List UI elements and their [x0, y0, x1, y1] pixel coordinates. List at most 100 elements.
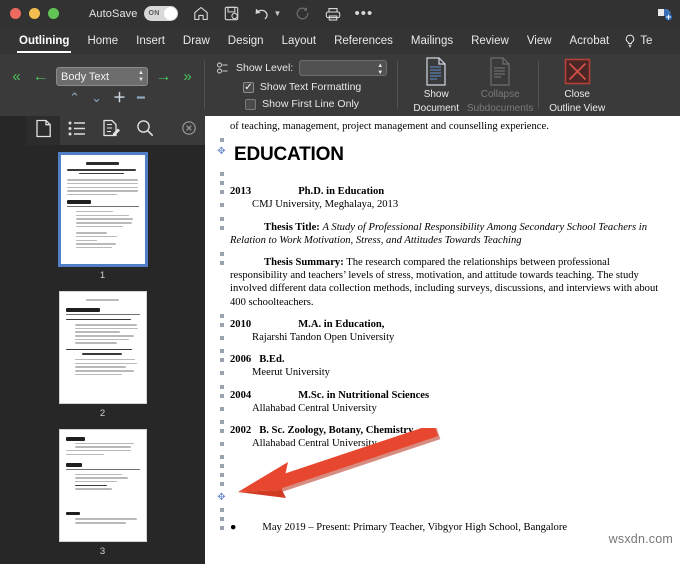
maximize-window-button[interactable]: [48, 8, 59, 19]
outline-row[interactable]: [213, 380, 670, 389]
outline-row[interactable]: 2010M.A. in Education,: [213, 318, 670, 331]
home-icon[interactable]: [193, 5, 210, 22]
outline-row-heading[interactable]: ✥ EDUCATION: [213, 142, 670, 167]
collapse-icon[interactable]: ━: [137, 92, 145, 103]
close-window-button[interactable]: [10, 8, 21, 19]
outline-marker[interactable]: [213, 221, 230, 230]
page-thumbnails-list[interactable]: 1: [0, 145, 205, 564]
tab-outlining[interactable]: Outlining: [10, 27, 78, 54]
outline-marker[interactable]: [213, 512, 230, 521]
redo-icon[interactable]: [294, 5, 311, 22]
expand-icon[interactable]: ＋: [113, 92, 126, 103]
show-level-select[interactable]: ▲▼: [299, 60, 387, 76]
document-map-tab[interactable]: [60, 116, 94, 145]
outline-row[interactable]: Thesis Summary: The research compared th…: [213, 256, 670, 309]
undo-icon[interactable]: [253, 5, 270, 22]
outline-row[interactable]: [213, 212, 670, 221]
outline-row[interactable]: [213, 512, 670, 521]
outline-row-heading[interactable]: ✥: [213, 488, 670, 503]
outline-row[interactable]: Rajarshi Tandon Open University: [213, 331, 670, 344]
show-text-formatting-row[interactable]: ✓ Show Text Formatting: [243, 81, 361, 93]
outline-marker[interactable]: [213, 256, 230, 265]
outline-marker[interactable]: [213, 167, 230, 176]
tab-view[interactable]: View: [518, 27, 561, 54]
outline-marker[interactable]: [213, 318, 230, 327]
outline-marker[interactable]: [213, 503, 230, 512]
show-first-line-only-checkbox[interactable]: [245, 99, 256, 110]
outline-row[interactable]: 2004M.Sc. in Nutritional Sciences: [213, 389, 670, 402]
outline-level-select[interactable]: Body Text ▲▼: [56, 67, 148, 86]
tab-insert[interactable]: Insert: [127, 27, 174, 54]
search-tab[interactable]: [128, 116, 162, 145]
thumbnail-page-1[interactable]: 1: [0, 153, 205, 281]
window-controls[interactable]: [10, 8, 59, 19]
tab-acrobat[interactable]: Acrobat: [561, 27, 619, 54]
outline-row[interactable]: [213, 459, 670, 468]
outline-move-handle-icon[interactable]: ✥: [213, 142, 230, 157]
autosave-control[interactable]: AutoSave ON: [89, 6, 178, 21]
tab-layout[interactable]: Layout: [273, 27, 326, 54]
outline-row[interactable]: [213, 309, 670, 318]
outline-marker[interactable]: [213, 344, 230, 353]
outline-row[interactable]: [213, 503, 670, 512]
document-outline-canvas[interactable]: of teaching, management, project managem…: [205, 116, 680, 564]
tab-home[interactable]: Home: [78, 27, 127, 54]
outline-row[interactable]: CMJ University, Meghalaya, 2013: [213, 198, 670, 211]
outline-marker[interactable]: [213, 402, 230, 411]
tab-references[interactable]: References: [325, 27, 402, 54]
outline-row[interactable]: Thesis Title: A Study of Professional Re…: [213, 221, 670, 247]
minimize-window-button[interactable]: [29, 8, 40, 19]
outline-row[interactable]: 2013Ph.D. in Education: [213, 185, 670, 198]
stepper-icon[interactable]: ▲▼: [377, 63, 383, 76]
share-icon[interactable]: [655, 4, 674, 23]
outline-row[interactable]: [213, 167, 670, 176]
outline-marker[interactable]: [213, 133, 230, 142]
outline-marker[interactable]: [213, 198, 230, 207]
outline-marker[interactable]: [213, 309, 230, 318]
tab-draw[interactable]: Draw: [174, 27, 219, 54]
outline-marker[interactable]: [213, 450, 230, 459]
outline-marker[interactable]: [213, 331, 230, 340]
outline-marker[interactable]: [213, 120, 230, 125]
tell-me-search[interactable]: Te: [618, 34, 652, 48]
demote-button[interactable]: →: [155, 70, 172, 84]
tab-mailings[interactable]: Mailings: [402, 27, 462, 54]
outline-marker[interactable]: [213, 477, 230, 486]
move-down-icon[interactable]: ⌄: [91, 92, 102, 103]
thumbnails-tab[interactable]: [26, 116, 60, 145]
outline-row[interactable]: [213, 468, 670, 477]
close-outline-view-button[interactable]: Close Outline View: [547, 56, 607, 115]
show-text-formatting-checkbox[interactable]: ✓: [243, 82, 254, 93]
show-document-button[interactable]: Show Document: [406, 56, 466, 115]
outline-row[interactable]: of teaching, management, project managem…: [213, 120, 670, 133]
autosave-toggle[interactable]: ON: [144, 6, 178, 21]
outline-row[interactable]: [213, 176, 670, 185]
stepper-icon[interactable]: ▲▼: [138, 70, 144, 83]
thumbnail-page-3[interactable]: 3: [0, 429, 205, 557]
outline-marker[interactable]: [213, 212, 230, 221]
outline-marker[interactable]: [213, 185, 230, 194]
tab-design[interactable]: Design: [219, 27, 273, 54]
outline-row[interactable]: [213, 415, 670, 424]
outline-marker[interactable]: [213, 415, 230, 424]
close-navigation-pane-button[interactable]: [182, 121, 196, 140]
outline-marker[interactable]: [213, 380, 230, 389]
outline-row[interactable]: Allahabad Central University: [213, 437, 670, 450]
outline-marker[interactable]: [213, 176, 230, 185]
outline-marker[interactable]: [213, 353, 230, 362]
outline-marker[interactable]: [213, 468, 230, 477]
tab-review[interactable]: Review: [462, 27, 518, 54]
show-first-line-only-row[interactable]: Show First Line Only: [245, 98, 359, 110]
promote-to-heading1-button[interactable]: «: [8, 70, 25, 84]
outline-marker[interactable]: [213, 459, 230, 468]
outline-row[interactable]: ●May 2019 – Present: Primary Teacher, Vi…: [213, 521, 670, 534]
outline-row[interactable]: [213, 133, 670, 142]
work-experience-outline-marker[interactable]: ✥: [213, 488, 230, 503]
outline-marker[interactable]: [213, 389, 230, 398]
outline-row[interactable]: Allahabad Central University: [213, 402, 670, 415]
outline-marker[interactable]: [213, 521, 230, 530]
save-icon[interactable]: [223, 5, 240, 22]
outline-row[interactable]: [213, 247, 670, 256]
outline-marker[interactable]: [213, 366, 230, 375]
outline-marker[interactable]: [213, 247, 230, 256]
